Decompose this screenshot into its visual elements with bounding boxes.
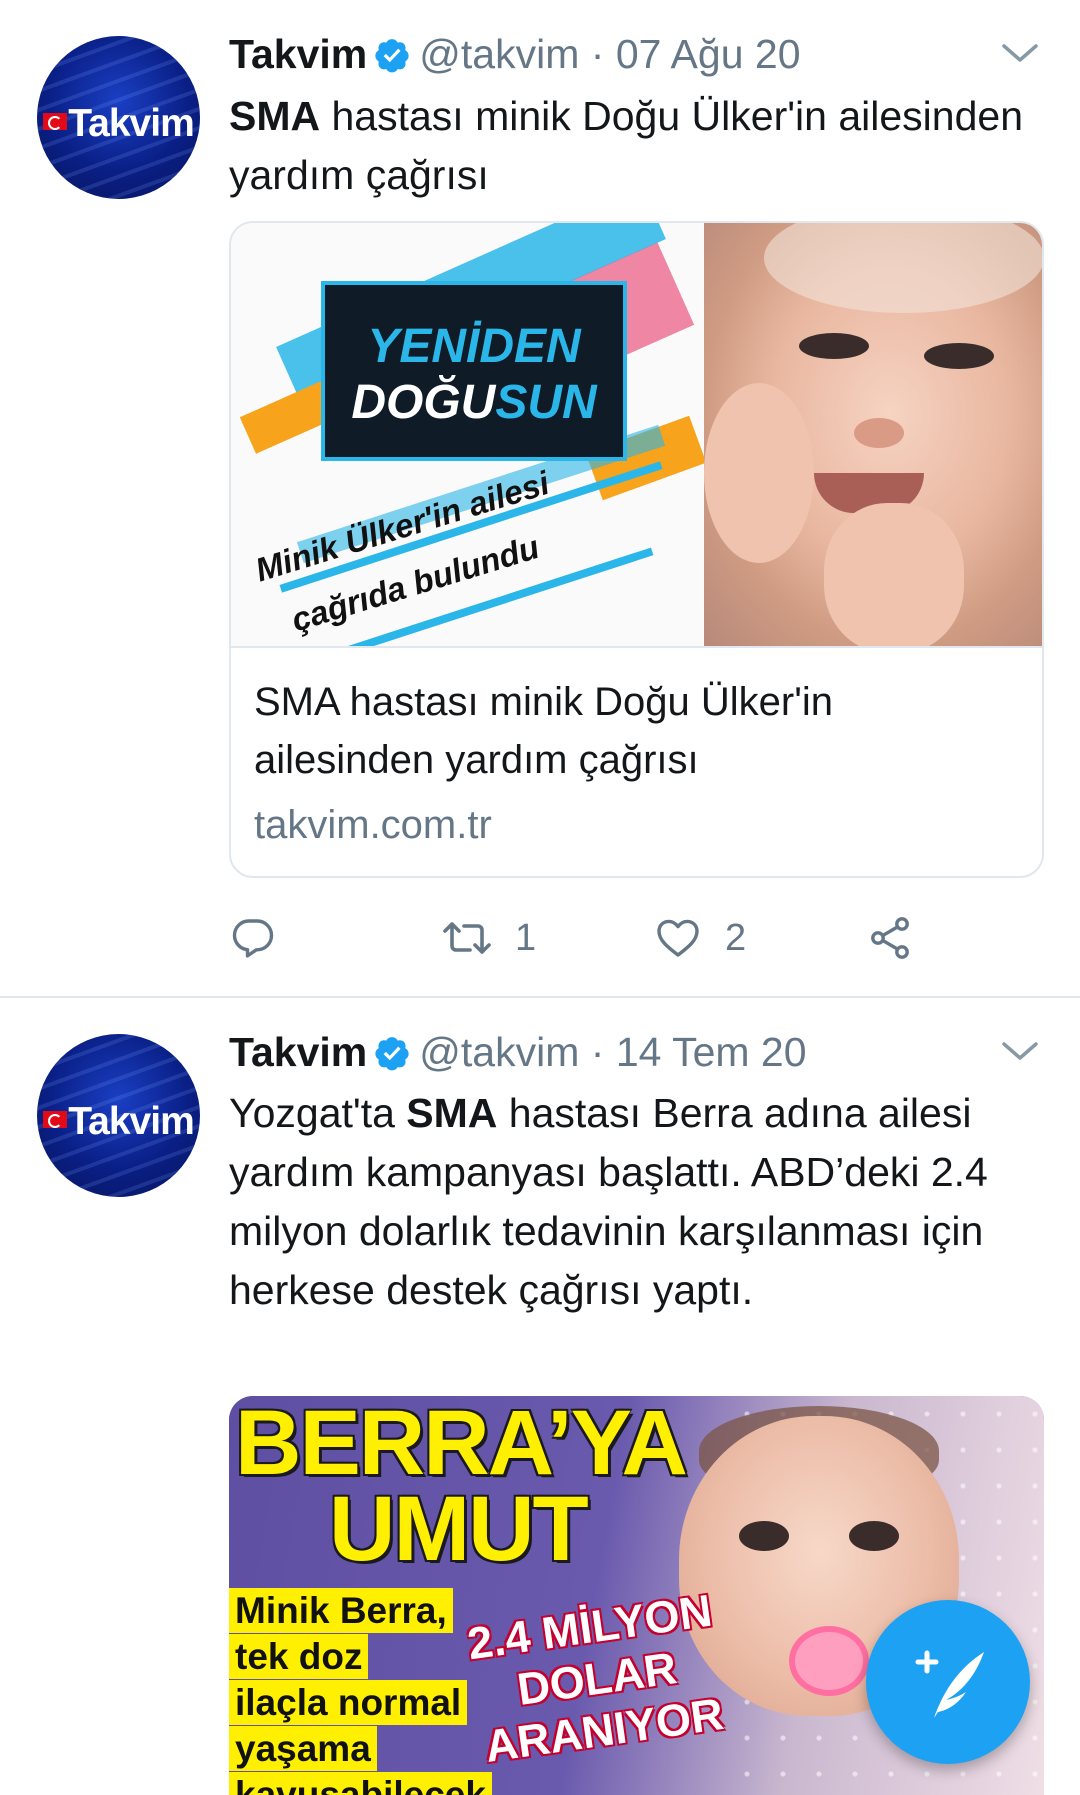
verified-badge-icon bbox=[375, 39, 409, 73]
avatar-logo: Takvim bbox=[37, 1100, 200, 1144]
retweet-icon bbox=[443, 922, 491, 954]
reply-button[interactable] bbox=[229, 908, 277, 968]
share-icon bbox=[871, 917, 909, 959]
tweet-date[interactable]: 14 Tem 20 bbox=[616, 1029, 807, 1075]
separator: · bbox=[590, 31, 605, 77]
author-handle[interactable]: @takvim bbox=[419, 1029, 579, 1075]
baby-photo bbox=[704, 223, 1042, 646]
compose-tweet-button[interactable] bbox=[866, 1600, 1030, 1764]
share-button[interactable] bbox=[866, 908, 914, 968]
card-domain: takvim.com.tr bbox=[254, 803, 492, 847]
card-image-graphic: YENİDEN DOĞUSUN Minik Ülker'in ailesi ça… bbox=[231, 223, 704, 646]
tweet-header: Takvim @takvim · 14 Tem 20 bbox=[229, 1026, 807, 1078]
avatar[interactable]: Takvim bbox=[37, 1034, 200, 1197]
tweet-date[interactable]: 07 Ağu 20 bbox=[616, 31, 801, 77]
like-count: 2 bbox=[725, 916, 747, 959]
flag-icon bbox=[43, 1111, 68, 1128]
pacifier bbox=[789, 1626, 869, 1696]
verified-badge-icon bbox=[375, 1037, 409, 1071]
heart-icon bbox=[657, 919, 699, 957]
chevron-down-icon[interactable] bbox=[998, 38, 1042, 68]
campaign-sign: YENİDEN DOĞUSUN bbox=[321, 281, 627, 461]
tweet-text: Yozgat'ta SMA hastası Berra adına ailesi… bbox=[229, 1090, 988, 1313]
author-name[interactable]: Takvim bbox=[229, 31, 367, 77]
tweet-text: SMA hastası minik Doğu Ülker'in ailesind… bbox=[229, 93, 1023, 198]
link-card[interactable]: YENİDEN DOĞUSUN Minik Ülker'in ailesi ça… bbox=[229, 221, 1044, 878]
image-headline: UMUT bbox=[329, 1478, 589, 1580]
compose-tweet-icon bbox=[915, 1650, 984, 1718]
avatar-logo: Takvim bbox=[37, 102, 200, 146]
image-textbox: Minik Berra, tek doz ilaçla normal yaşam… bbox=[229, 1588, 492, 1795]
author-handle[interactable]: @takvim bbox=[419, 31, 579, 77]
image-headline: BERRA’YA bbox=[235, 1396, 688, 1494]
flag-icon bbox=[43, 113, 68, 130]
separator: · bbox=[590, 1029, 605, 1075]
card-image: YENİDEN DOĞUSUN Minik Ülker'in ailesi ça… bbox=[231, 223, 1042, 648]
retweet-count: 1 bbox=[515, 916, 537, 959]
avatar[interactable]: Takvim bbox=[37, 36, 200, 199]
tweet-actions: 1 2 bbox=[229, 908, 989, 968]
chevron-down-icon[interactable] bbox=[998, 1036, 1042, 1066]
author-name[interactable]: Takvim bbox=[229, 1029, 367, 1075]
tweet-header: Takvim @takvim · 07 Ağu 20 bbox=[229, 28, 801, 80]
like-button[interactable]: 2 bbox=[653, 908, 746, 968]
reply-icon bbox=[232, 919, 274, 958]
card-title: SMA hastası minik Doğu Ülker'in ailesind… bbox=[254, 680, 833, 782]
tweet[interactable]: Takvim Takvim @takvim · 07 Ağu 20 SMA has… bbox=[0, 0, 1080, 998]
retweet-button[interactable]: 1 bbox=[441, 908, 536, 968]
